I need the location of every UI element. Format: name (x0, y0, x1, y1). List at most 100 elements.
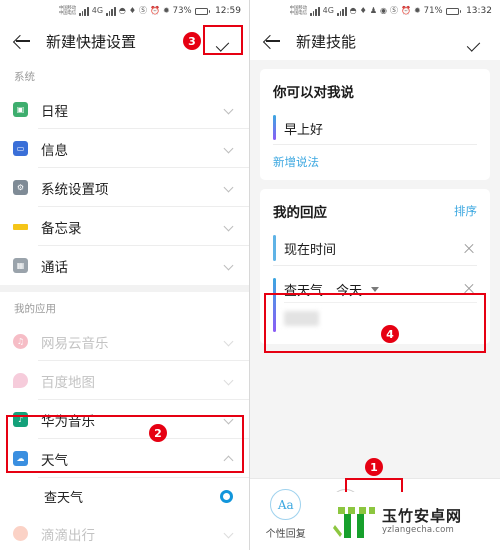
text-aa-icon: Aa (270, 489, 302, 520)
chevron-down-icon (225, 105, 234, 114)
right-status-bar: 中国移动 中国电信 4G ◓ ♦ ♟ ◉ Ⓢ ⏰ ✹ 71% 13:32 (250, 0, 500, 22)
signal-bars-2-icon (336, 6, 347, 16)
right-phone-panel: 中国移动 中国电信 4G ◓ ♦ ♟ ◉ Ⓢ ⏰ ✹ 71% 13:32 新建技… (250, 0, 500, 550)
message-badge-icon: ◉ (380, 6, 387, 15)
chevron-down-icon (225, 261, 234, 270)
carrier-label: 中国移动 中国电信 (290, 6, 307, 17)
toolbar-item-personal-reply[interactable]: Aa 个性回复 (258, 489, 314, 540)
watermark-cn: 玉竹安卓网 (382, 506, 463, 525)
group-label-system: 系统 (14, 71, 35, 83)
list-item-label: 系统设置项 (41, 181, 109, 198)
battery-icon (194, 7, 211, 15)
status-time: 13:32 (466, 6, 492, 16)
watermark-text: 玉竹安卓网 yzlangecha.com (382, 506, 463, 535)
card-header: 我的回应 排序 (273, 201, 477, 221)
step-badge-2: 2 (149, 424, 167, 442)
baidu-map-icon (13, 373, 28, 388)
phrase-text: 早上好 (284, 122, 324, 138)
list-item-label: 滴滴出行 (41, 527, 95, 544)
list-item-label: 通话 (41, 259, 68, 276)
signal-4g-icon: 4G (91, 6, 104, 15)
list-item-netease-music[interactable]: ♫ 网易云音乐 (0, 322, 249, 361)
battery-percent: 71% (423, 6, 443, 16)
say-to-me-card: 你可以对我说 早上好 新增说法 (260, 69, 490, 180)
list-item-didi[interactable]: 滴滴出行 (0, 514, 249, 550)
response-item-check-weather[interactable]: 查天气 今天 (273, 276, 477, 334)
netease-music-icon: ♫ (13, 334, 28, 349)
chevron-down-icon[interactable] (371, 286, 380, 292)
list-item-label: 日程 (41, 103, 68, 120)
remove-icon[interactable] (461, 241, 477, 257)
group-label-my-apps: 我的应用 (14, 303, 56, 315)
chevron-down-icon (225, 529, 234, 538)
huawei-music-icon: ♪ (13, 412, 28, 427)
person-icon: ♟ (369, 6, 377, 15)
carrier-label: 中国移动 中国电信 (59, 6, 76, 17)
list-item-call[interactable]: ▦ 通话 (0, 246, 249, 285)
chevron-down-icon (225, 144, 234, 153)
list-item-system-settings[interactable]: ⚙ 系统设置项 (0, 168, 249, 207)
watermark-logo-icon (333, 501, 377, 541)
step-badge-1: 1 (365, 458, 383, 476)
left-phone-panel: 中国移动 中国电信 4G ◓ ♦ Ⓢ ⏰ ✹ 73% 12:59 新建快捷设置 (0, 0, 250, 550)
back-icon[interactable] (12, 31, 32, 51)
alarm-icon: ⏰ (149, 6, 160, 15)
left-status-bar: 中国移动 中国电信 4G ◓ ♦ Ⓢ ⏰ ✹ 73% 12:59 (0, 0, 249, 22)
call-icon: ▦ (13, 258, 28, 273)
bluetooth-icon: ✹ (413, 6, 421, 15)
list-item-huawei-music[interactable]: ♪ 华为音乐 (0, 400, 249, 439)
chevron-down-icon (225, 415, 234, 424)
right-app-bar: 新建技能 (250, 22, 500, 60)
weather-blurred-row (284, 302, 477, 334)
list-item-message[interactable]: ▭ 信息 (0, 129, 249, 168)
watermark-en: yzlangecha.com (382, 524, 454, 535)
list-item-calendar[interactable]: ▣ 日程 (0, 90, 249, 129)
sub-item-check-weather[interactable]: 查天气 (0, 478, 249, 514)
page-title: 新建快捷设置 (46, 32, 137, 51)
battery-icon (445, 7, 462, 15)
confirm-check-icon[interactable] (466, 30, 488, 52)
list-item-label: 备忘录 (41, 220, 82, 237)
didi-icon (13, 526, 28, 541)
site-watermark: 玉竹安卓网 yzlangecha.com (328, 492, 500, 550)
phrase-row[interactable]: 早上好 (273, 112, 477, 145)
section-divider (0, 285, 249, 292)
list-item-label: 信息 (41, 142, 68, 159)
remove-icon[interactable] (461, 281, 477, 297)
sort-link[interactable]: 排序 (454, 203, 477, 219)
confirm-check-icon[interactable] (215, 30, 237, 52)
response-item-current-time[interactable]: 现在时间 (273, 232, 477, 266)
radio-selected-icon[interactable] (220, 489, 233, 503)
list-item-label: 百度地图 (41, 374, 95, 391)
weather-action-row[interactable]: 查天气 今天 (284, 276, 477, 302)
list-item-label: 网易云音乐 (41, 335, 109, 352)
weather-action-value[interactable]: 今天 (336, 280, 362, 299)
list-item-label: 华为音乐 (41, 413, 95, 430)
chevron-down-icon (225, 337, 234, 346)
list-item-baidu-map[interactable]: 百度地图 (0, 361, 249, 400)
list-item-label: 天气 (41, 452, 68, 469)
step-badge-3: 3 (183, 32, 201, 50)
back-icon[interactable] (262, 31, 282, 51)
alarm-icon: ⏰ (400, 6, 411, 15)
signal-4g-icon: 4G (322, 6, 334, 15)
chevron-down-icon (225, 376, 234, 385)
list-item-memo[interactable]: 备忘录 (0, 207, 249, 246)
message-icon: ▭ (13, 141, 28, 156)
signal-bars-2-icon (106, 6, 116, 16)
mute-icon: Ⓢ (138, 6, 147, 15)
signal-bars-icon (79, 6, 89, 16)
settings-icon: ⚙ (13, 180, 28, 195)
carrier-line-2: 中国电信 (289, 11, 307, 16)
weather-icon: ☁ (13, 451, 28, 466)
toolbar-item-label: 个性回复 (265, 529, 306, 540)
accent-bar (273, 235, 276, 261)
my-response-card: 我的回应 排序 现在时间 查天气 今天 (260, 189, 490, 344)
wifi-icon: ◓ (118, 6, 126, 15)
vpn-icon: ♦ (128, 6, 136, 15)
memo-icon (13, 223, 28, 230)
battery-percent: 73% (172, 6, 192, 16)
list-item-weather[interactable]: ☁ 天气 (0, 439, 249, 478)
add-phrase-link[interactable]: 新增说法 (273, 154, 319, 170)
calendar-icon: ▣ (13, 102, 28, 117)
